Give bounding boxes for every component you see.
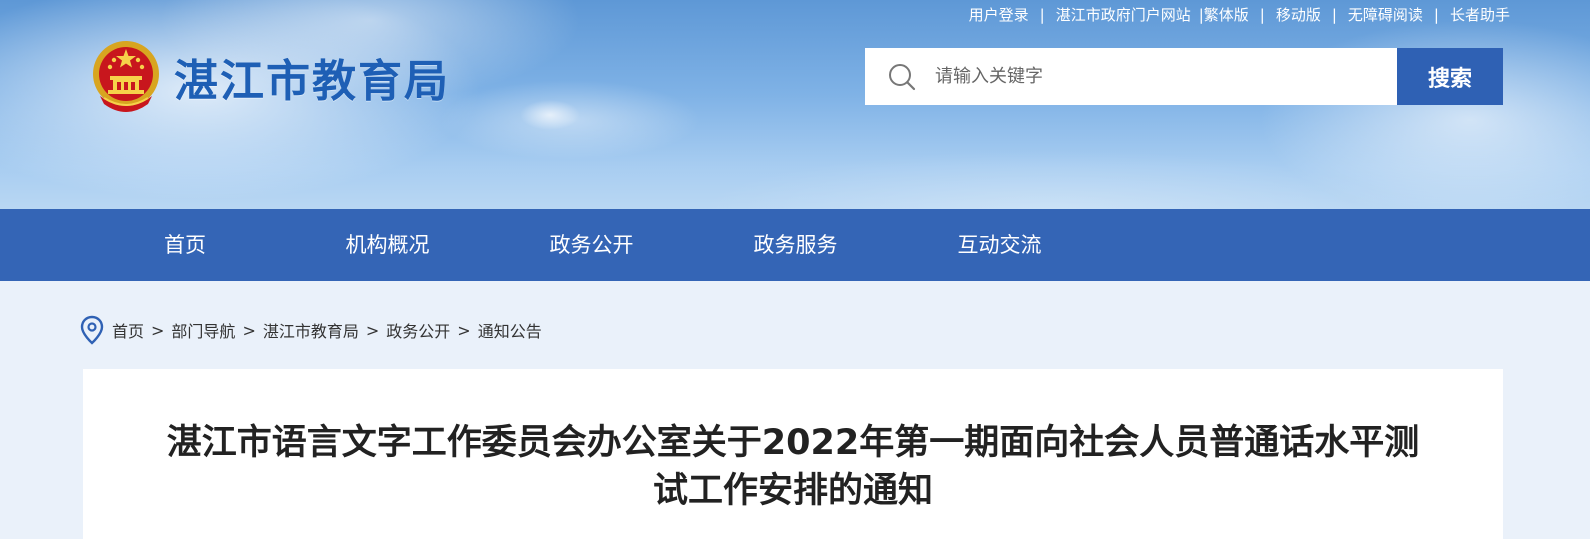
- top-links-bar: 用户登录 | 湛江市政府门户网站 |繁体版 | 移动版 | 无障碍阅读 | 长者…: [969, 4, 1510, 25]
- divider: |: [1433, 5, 1439, 24]
- main-nav: 首页 机构概况 政务公开 政务服务 互动交流: [0, 209, 1590, 281]
- location-pin-icon: [80, 315, 104, 345]
- banner-cloud: [520, 100, 580, 130]
- search-input[interactable]: [935, 66, 1375, 87]
- traditional-chinese-link[interactable]: |繁体版: [1199, 4, 1249, 25]
- search-box: [865, 48, 1397, 105]
- breadcrumb-notices[interactable]: 通知公告: [478, 318, 542, 342]
- accessibility-link[interactable]: 无障碍阅读: [1348, 4, 1423, 25]
- elderly-assistant-link[interactable]: 长者助手: [1450, 4, 1510, 25]
- site-logo[interactable]: 湛江市教育局: [90, 38, 450, 116]
- search-button[interactable]: 搜索: [1397, 48, 1503, 105]
- divider: |: [1331, 5, 1337, 24]
- divider: |: [1259, 5, 1265, 24]
- nav-item-interaction[interactable]: 互动交流: [942, 209, 1057, 281]
- divider: |: [1039, 5, 1045, 24]
- nav-item-home[interactable]: 首页: [140, 209, 230, 281]
- breadcrumb-department-nav[interactable]: 部门导航: [171, 318, 235, 342]
- article-card: 湛江市语言文字工作委员会办公室关于2022年第一期面向社会人员普通话水平测试工作…: [83, 369, 1503, 539]
- search-icon: [889, 63, 916, 90]
- nav-item-institution[interactable]: 机构概况: [330, 209, 445, 281]
- breadcrumb-home[interactable]: 首页: [112, 318, 144, 342]
- article-title: 湛江市语言文字工作委员会办公室关于2022年第一期面向社会人员普通话水平测试工作…: [166, 423, 1420, 511]
- breadcrumb-education-bureau[interactable]: 湛江市教育局: [263, 318, 359, 342]
- gov-portal-link[interactable]: 湛江市政府门户网站: [1056, 4, 1191, 25]
- nav-item-gov-services[interactable]: 政务服务: [738, 209, 853, 281]
- breadcrumb-separator: >: [242, 320, 256, 340]
- header-banner: 用户登录 | 湛江市政府门户网站 |繁体版 | 移动版 | 无障碍阅读 | 长者…: [0, 0, 1590, 209]
- mobile-version-link[interactable]: 移动版: [1276, 4, 1321, 25]
- breadcrumb: 首页 > 部门导航 > 湛江市教育局 > 政务公开 > 通知公告: [80, 315, 542, 345]
- breadcrumb-separator: >: [457, 320, 471, 340]
- nav-item-gov-affairs-open[interactable]: 政务公开: [534, 209, 649, 281]
- breadcrumb-gov-affairs-open[interactable]: 政务公开: [386, 318, 450, 342]
- national-emblem-icon: [93, 41, 159, 112]
- site-title: 湛江市教育局: [174, 56, 450, 107]
- breadcrumb-separator: >: [365, 320, 380, 340]
- search-bar: 搜索: [865, 48, 1503, 105]
- breadcrumb-separator: >: [151, 320, 165, 340]
- login-link[interactable]: 用户登录: [969, 4, 1029, 25]
